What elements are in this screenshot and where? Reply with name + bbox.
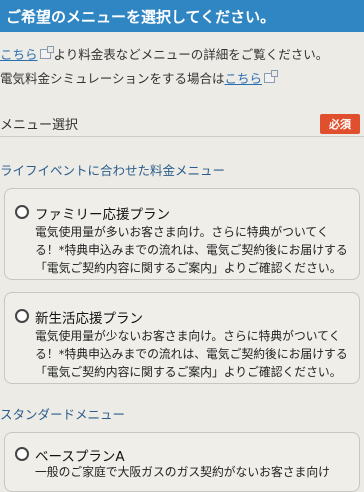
plan-option-new-life[interactable]: 新生活応援プラン 電気使用量が少ないお客さま向け。さらに特典がついてくる！*特典…	[4, 292, 360, 384]
page-title: ご希望のメニューを選択してください。	[6, 7, 276, 26]
external-link-icon	[39, 46, 54, 59]
radio-button[interactable]	[15, 309, 29, 323]
plan-name: ファミリー応援プラン	[35, 207, 170, 223]
section-title: メニュー選択	[0, 118, 79, 133]
external-link-icon	[264, 70, 279, 83]
required-badge: 必須	[320, 114, 360, 134]
menu-selection-header: メニュー選択 必須	[0, 106, 364, 137]
simulation-link[interactable]: こちら	[225, 71, 263, 86]
plan-description: 電気使用量が少ないお客さま向け。さらに特典がついてくる！*特典申込みまでの流れは…	[35, 329, 348, 379]
page-header: ご希望のメニューを選択してください。	[0, 0, 364, 32]
radio-button[interactable]	[15, 447, 29, 461]
group-label-standard: スタンダードメニュー	[0, 407, 126, 422]
plan-option-base-a[interactable]: ベースプランA 一般のご家庭で大阪ガスのガス契約がないお客さま向け	[4, 432, 360, 492]
plan-option-family[interactable]: ファミリー応援プラン 電気使用量が多いお客さま向け。さらに特典がついてくる！*特…	[4, 188, 360, 280]
radio-button[interactable]	[15, 205, 29, 219]
plan-name: 新生活応援プラン	[35, 311, 143, 327]
intro-line-1: こちら より料金表などメニューの詳細をご覧ください。	[0, 46, 329, 62]
menu-details-link[interactable]: こちら	[0, 47, 38, 62]
plan-name: ベースプランA	[35, 449, 125, 465]
intro-line-2: 電気料金シミュレーションをする場合はこちら	[0, 68, 279, 87]
plan-description: 電気使用量が多いお客さま向け。さらに特典がついてくる！*特典申込みまでの流れは、…	[35, 225, 348, 275]
group-label-life-event: ライフイベントに合わせた料金メニュー	[0, 163, 226, 178]
plan-description: 一般のご家庭で大阪ガスのガス契約がないお客さま向け	[35, 465, 330, 479]
